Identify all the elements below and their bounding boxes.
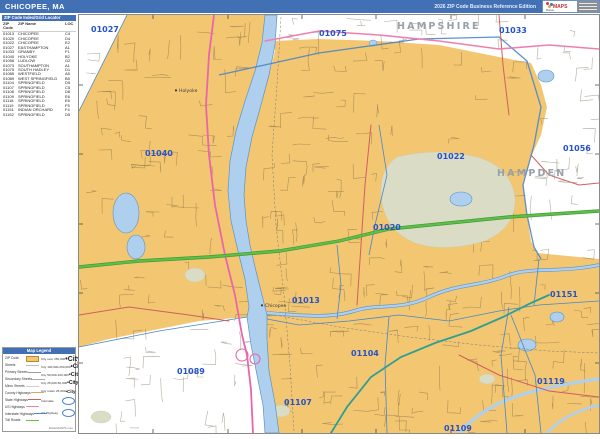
- city-dot-chicopee: [261, 304, 263, 306]
- zip-index-cell: 01152: [3, 113, 18, 117]
- zip-index-row: 01152SPRINGFIELDD5: [3, 113, 75, 117]
- legend-city-label: City 100,000-250,000: [41, 365, 71, 369]
- legend-swatch: [26, 405, 39, 409]
- legend-item: Secondary Streets: [5, 376, 39, 383]
- legend-item-label: Interstate Highways: [5, 412, 34, 416]
- zip-index-cell: D5: [65, 113, 77, 117]
- zip-label-01104: 01104: [351, 349, 379, 358]
- legend-item-label: US Highways: [5, 405, 25, 409]
- legend-city-item: City under 25,000•City: [41, 387, 75, 395]
- pond-1: [538, 70, 554, 82]
- lake-1: [113, 193, 139, 233]
- highway-shield-icon: [62, 409, 75, 417]
- zip-label-01027: 01027: [91, 25, 119, 34]
- pond-4: [550, 312, 564, 322]
- logo-word: MAPS: [553, 4, 567, 10]
- legend-item: Streets: [5, 362, 39, 369]
- legend-item-label: Toll Roads: [5, 418, 20, 422]
- legend-item-label: Streets: [5, 363, 15, 367]
- legend-item: ZIP Code: [5, 355, 39, 362]
- zip-index-table: ZIP Code Index/Grid Locator ZIP Code ZIP…: [2, 15, 76, 117]
- title-bar: CHICOPEE, MA 2026 ZIP Code Business Refe…: [0, 0, 600, 13]
- legend-city-item: City over 250,000•City: [41, 355, 75, 363]
- zip-label-01020: 01020: [373, 223, 401, 232]
- legend-swatch: [31, 391, 44, 395]
- map-frame: HAMPSHIRE HAMPDEN Chicopee Holyoke 01027 01…: [78, 14, 600, 434]
- zip-index-body: 01013CHICOPEEC401020CHICOPEED401022CHICO…: [2, 32, 76, 117]
- legend-item: US Highways: [5, 403, 39, 410]
- park-small-2: [91, 411, 111, 423]
- edition-label: 2026 ZIP Code Business Reference Edition: [434, 4, 536, 10]
- lake-2: [127, 235, 145, 259]
- legend-item-label: ZIP Code: [5, 356, 19, 360]
- city-label-chicopee: Chicopee: [265, 303, 286, 309]
- legend-city-item: City 25,000-50,000•City: [41, 379, 75, 387]
- legend-item-label: Minor Streets: [5, 384, 25, 388]
- zip-label-01107: 01107: [284, 398, 312, 407]
- legend-item-label: State Highways: [5, 398, 28, 402]
- legend-shield-label: Interstate: [41, 399, 54, 403]
- legend-city-item: City 100,000-250,000•City: [41, 363, 75, 371]
- logo-mark-icon: MAPS Market: [543, 1, 577, 12]
- zip-label-01040: 01040: [145, 149, 173, 158]
- park-small-3: [479, 374, 495, 384]
- legend-city-label: City under 25,000: [41, 389, 65, 393]
- legend-item: Minor Streets: [5, 383, 39, 390]
- zip-label-01033: 01033: [499, 26, 527, 35]
- county-label-hampshire: HAMPSHIRE: [397, 21, 481, 32]
- park-large: [381, 152, 515, 248]
- legend-item: County Highways: [5, 389, 39, 396]
- legend-swatch: [28, 398, 41, 402]
- zip-label-01075: 01075: [319, 29, 347, 38]
- logo-side-panel: [577, 1, 599, 12]
- zip-label-01056: 01056: [563, 144, 591, 153]
- city-label-holyoke: Holyoke: [179, 88, 198, 94]
- map-canvas: HAMPSHIRE HAMPDEN Chicopee Holyoke 01027 01…: [79, 15, 599, 433]
- legend-item: Toll Roads: [5, 417, 39, 424]
- legend-item: Primary Streets: [5, 369, 39, 376]
- zip-label-01119: 01119: [537, 377, 565, 386]
- legend-swatch: [32, 377, 45, 381]
- publisher-logo: MAPS Market: [543, 1, 599, 12]
- legend-swatch: [34, 412, 47, 416]
- pond-2: [450, 192, 472, 206]
- legend-item-label: Secondary Streets: [5, 377, 32, 381]
- page: { "header": { "title": "CHICOPEE, MA", "…: [0, 0, 600, 439]
- legend-item-label: Primary Streets: [5, 370, 28, 374]
- col-zip-code: ZIP Code: [3, 22, 18, 31]
- highway-shield-icon: [62, 397, 75, 405]
- zip-label-01109: 01109: [444, 424, 472, 433]
- legend-city-item: City 50,000-100,000•City: [41, 371, 75, 379]
- legend-swatch: [26, 363, 39, 367]
- zip-label-01022: 01022: [437, 152, 465, 161]
- legend-credit: MarketMAPS.com: [49, 426, 73, 430]
- zip-index-cell: SPRINGFIELD: [18, 113, 65, 117]
- legend-item-label: County Highways: [5, 391, 31, 395]
- city-dot-holyoke: [175, 89, 177, 91]
- legend-swatch: [26, 418, 39, 422]
- logo-sub: Market: [546, 9, 554, 12]
- legend-city-label: City 50,000-100,000: [41, 373, 69, 377]
- zip-label-01089: 01089: [177, 367, 205, 376]
- map-legend: Map Legend ZIP CodeStreetsPrimary Street…: [2, 347, 76, 432]
- zip-label-01013: 01013: [292, 296, 320, 305]
- legend-swatch: [26, 356, 39, 360]
- park-small-4: [185, 268, 205, 282]
- zip-label-01151: 01151: [550, 290, 578, 299]
- legend-swatch: [28, 370, 41, 374]
- county-label-hampden: HAMPDEN: [497, 168, 566, 179]
- legend-item: Interstate Highways: [5, 410, 39, 417]
- legend-item: State Highways: [5, 396, 39, 403]
- col-zip-name: ZIP Name: [18, 22, 65, 31]
- legend-city-sample: •City: [65, 389, 75, 394]
- legend-city-label: City 25,000-50,000: [41, 381, 67, 385]
- zip-index-header-row: ZIP Code ZIP Name LOC: [2, 21, 76, 32]
- legend-city-label: City over 250,000: [41, 357, 65, 361]
- legend-line-items: ZIP Code Streets Primary Streets Secondary …: [3, 354, 40, 424]
- legend-swatch: [26, 384, 39, 388]
- legend-shield-item: Interstate: [41, 395, 75, 407]
- col-loc: LOC: [65, 22, 77, 31]
- page-title: CHICOPEE, MA: [5, 2, 65, 11]
- legend-city-sample: •City: [67, 380, 78, 386]
